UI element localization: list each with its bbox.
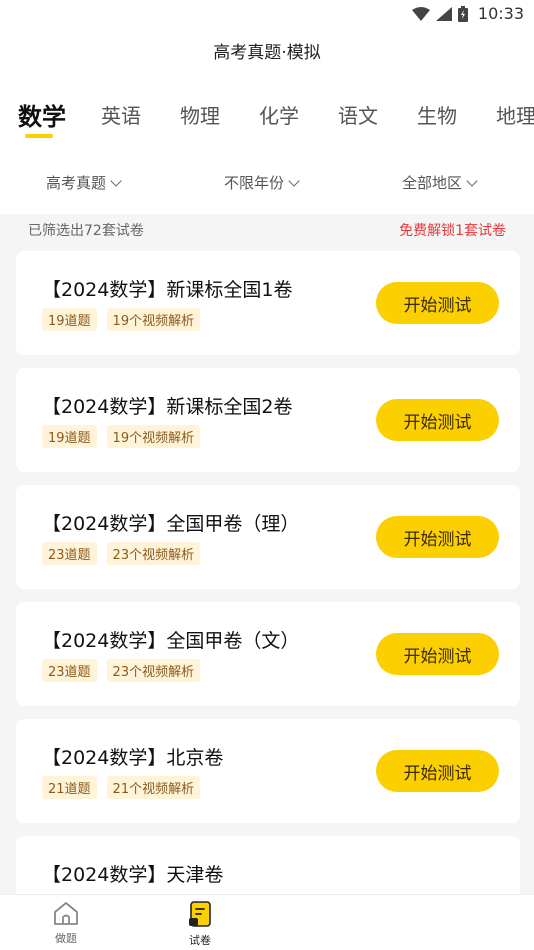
start-test-button[interactable]: 开始测试 bbox=[376, 399, 499, 441]
tab-math[interactable]: 数学 bbox=[18, 100, 66, 132]
status-time: 10:33 bbox=[477, 4, 524, 23]
free-unlock-link[interactable]: 免费解锁1套试卷 bbox=[399, 220, 506, 240]
start-test-button[interactable]: 开始测试 bbox=[376, 750, 499, 792]
tab-english[interactable]: 英语 bbox=[101, 100, 141, 129]
filter-label: 全部地区 bbox=[402, 174, 463, 192]
question-count-badge: 21道题 bbox=[42, 776, 97, 799]
question-count-badge: 23道题 bbox=[42, 542, 97, 565]
tab-chemistry[interactable]: 化学 bbox=[259, 100, 299, 129]
battery-icon bbox=[457, 5, 468, 22]
paper-title: 【2024数学】新课标全国1卷 bbox=[42, 279, 293, 301]
start-test-button[interactable]: 开始测试 bbox=[376, 516, 499, 558]
nav-item-papers[interactable]: 试卷 bbox=[170, 901, 230, 948]
chevron-down-icon bbox=[466, 174, 478, 187]
paper-icon bbox=[189, 901, 211, 927]
chevron-down-icon bbox=[110, 174, 122, 187]
question-count-badge: 23道题 bbox=[42, 659, 97, 682]
nav-label: 做题 bbox=[55, 932, 77, 945]
video-count-badge: 23个视频解析 bbox=[106, 659, 201, 682]
paper-title: 【2024数学】天津卷 bbox=[42, 864, 224, 886]
filter-exam-type[interactable]: 高考真题 bbox=[46, 172, 122, 193]
wifi-icon bbox=[411, 6, 430, 21]
status-bar: 10:33 bbox=[0, 0, 534, 28]
paper-card[interactable]: 【2024数学】北京卷 21道题 21个视频解析 开始测试 bbox=[16, 719, 520, 823]
paper-title: 【2024数学】全国甲卷（文） bbox=[42, 630, 300, 652]
page-title: 高考真题·模拟 bbox=[213, 43, 321, 63]
filter-year[interactable]: 不限年份 bbox=[224, 172, 300, 193]
paper-card[interactable]: 【2024数学】新课标全国1卷 19道题 19个视频解析 开始测试 bbox=[16, 251, 520, 355]
video-count-badge: 19个视频解析 bbox=[106, 308, 201, 331]
start-test-button[interactable]: 开始测试 bbox=[376, 633, 499, 675]
paper-card[interactable]: 【2024数学】全国甲卷（文） 23道题 23个视频解析 开始测试 bbox=[16, 602, 520, 706]
paper-title: 【2024数学】新课标全国2卷 bbox=[42, 396, 293, 418]
filter-label: 不限年份 bbox=[224, 174, 285, 192]
question-count-badge: 19道题 bbox=[42, 308, 97, 331]
bottom-nav: 做题 试卷 bbox=[0, 894, 534, 950]
tab-physics[interactable]: 物理 bbox=[180, 100, 220, 129]
paper-card[interactable]: 【2024数学】全国甲卷（理） 23道题 23个视频解析 开始测试 bbox=[16, 485, 520, 589]
signal-icon bbox=[435, 6, 452, 21]
paper-title: 【2024数学】北京卷 bbox=[42, 747, 224, 769]
tab-chinese[interactable]: 语文 bbox=[338, 100, 378, 129]
filter-region[interactable]: 全部地区 bbox=[402, 172, 478, 193]
filter-label: 高考真题 bbox=[46, 174, 107, 192]
video-count-badge: 23个视频解析 bbox=[106, 542, 201, 565]
question-count-badge: 19道题 bbox=[42, 425, 97, 448]
subject-tabs: 数学 英语 物理 化学 语文 生物 地理 bbox=[0, 100, 534, 144]
top-panel: 10:33 高考真题·模拟 数学 英语 物理 化学 语文 生物 地理 高考真题 … bbox=[0, 0, 534, 214]
paper-title: 【2024数学】全国甲卷（理） bbox=[42, 513, 300, 535]
tab-active-indicator bbox=[25, 134, 53, 138]
nav-item-practice[interactable]: 做题 bbox=[36, 901, 96, 946]
chevron-down-icon bbox=[288, 174, 300, 187]
tab-biology[interactable]: 生物 bbox=[417, 100, 457, 129]
video-count-badge: 19个视频解析 bbox=[106, 425, 201, 448]
tab-geography[interactable]: 地理 bbox=[496, 100, 534, 129]
video-count-badge: 21个视频解析 bbox=[106, 776, 201, 799]
filter-bar: 高考真题 不限年份 全部地区 bbox=[0, 172, 534, 196]
result-count: 已筛选出72套试卷 bbox=[28, 223, 144, 239]
result-summary: 已筛选出72套试卷 免费解锁1套试卷 bbox=[0, 220, 534, 240]
paper-card[interactable]: 【2024数学】新课标全国2卷 19道题 19个视频解析 开始测试 bbox=[16, 368, 520, 472]
nav-label: 试卷 bbox=[189, 934, 211, 947]
home-icon bbox=[54, 902, 78, 925]
start-test-button[interactable]: 开始测试 bbox=[376, 282, 499, 324]
